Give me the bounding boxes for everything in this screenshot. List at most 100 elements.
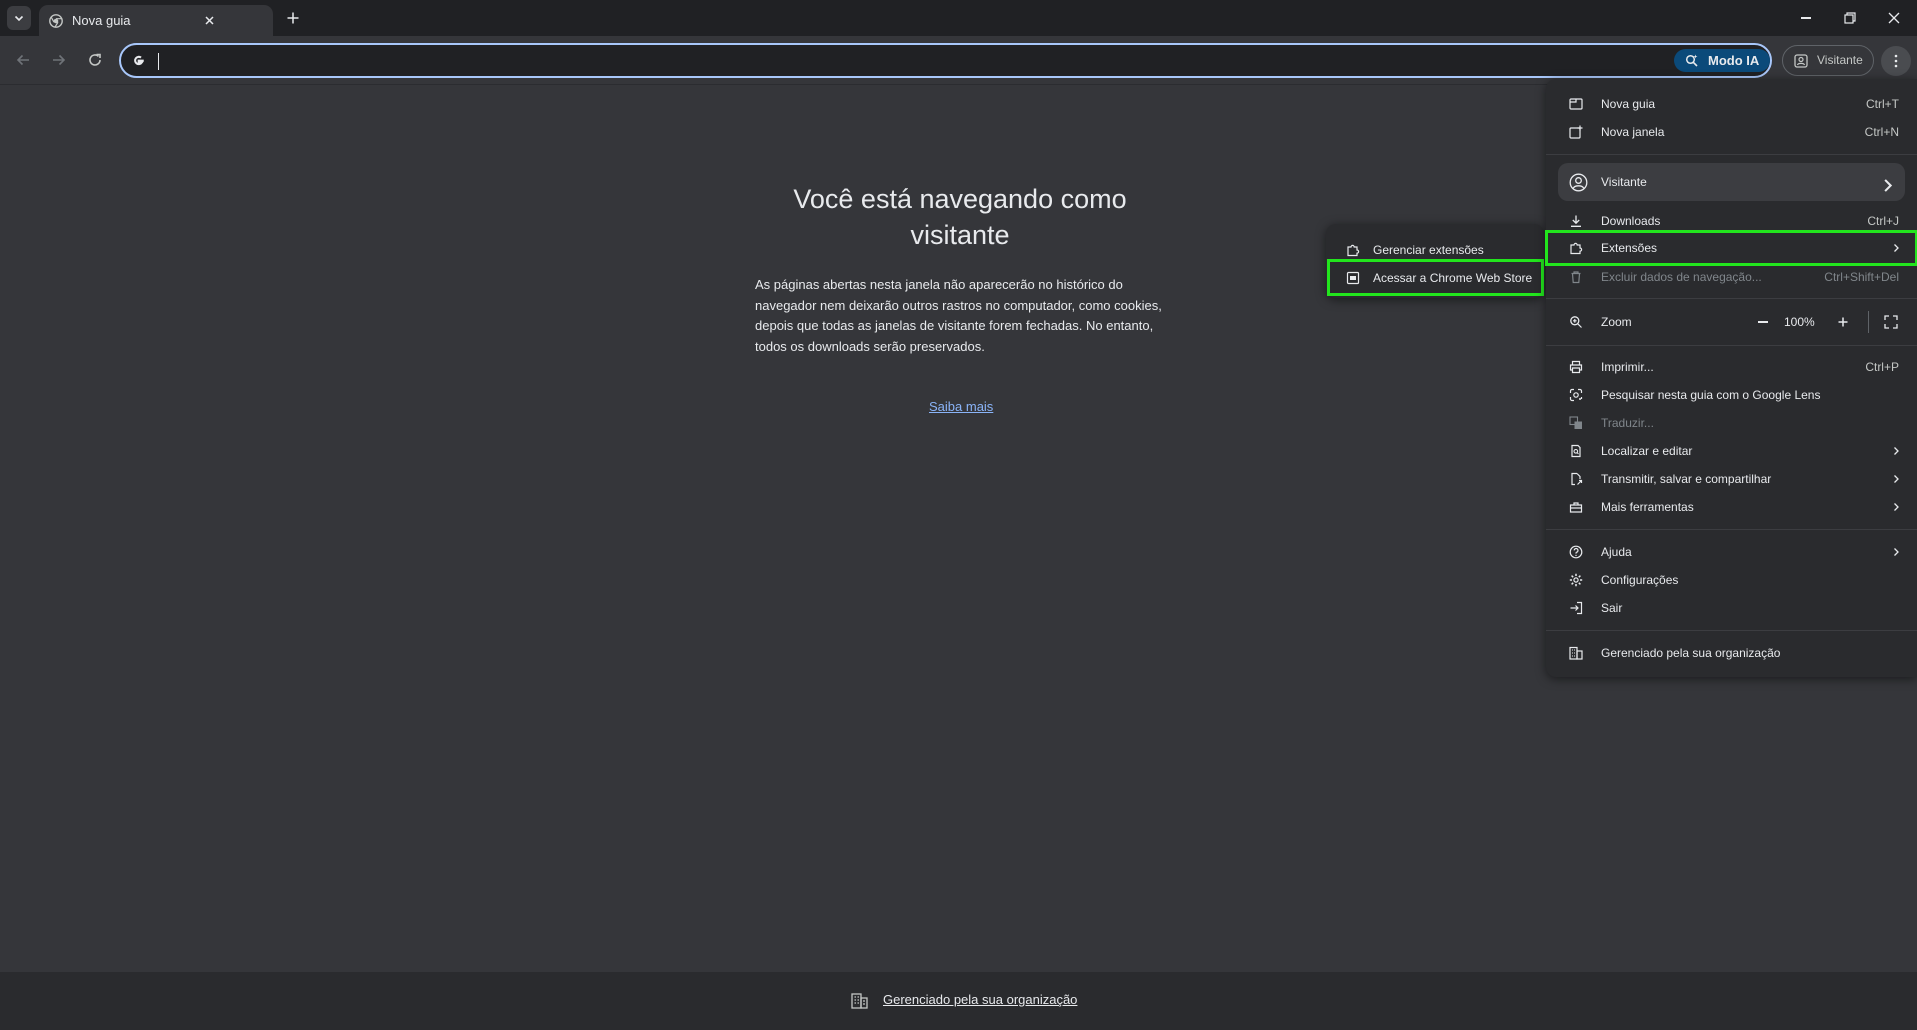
arrow-right-icon [51,52,67,68]
plus-icon [286,11,300,25]
tab-search-button[interactable] [7,6,31,30]
menu-item-settings[interactable]: Configurações [1546,566,1917,594]
web-store-icon [1346,271,1360,285]
managed-by-org-link[interactable]: Gerenciado pela sua organização [883,992,1077,1007]
trash-icon [1569,270,1583,284]
menu-item-label: Transmitir, salvar e compartilhar [1601,472,1772,486]
menu-item-label: Downloads [1601,214,1661,228]
guest-description: As páginas abertas nesta janela não apar… [755,277,1162,354]
menu-item-shortcut: Ctrl+P [1865,360,1899,374]
close-icon[interactable] [203,14,216,27]
address-bar[interactable]: Modo IA [119,43,1772,78]
account-circle-icon [1569,173,1588,192]
profile-button[interactable]: Visitante [1782,45,1874,76]
zoom-out-button[interactable] [1752,311,1774,333]
building-icon [851,992,868,1009]
close-icon [1888,12,1900,24]
menu-item-label: Zoom [1601,315,1632,329]
tab-new-tab[interactable]: Nova guia [39,5,273,36]
ai-mode-button[interactable]: Modo IA [1674,49,1770,72]
new-window-icon [1569,125,1583,139]
forward-button[interactable] [47,48,71,72]
learn-more-link[interactable]: Saiba mais [929,399,993,414]
menu-item-print[interactable]: Imprimir... Ctrl+P [1546,353,1917,381]
menu-divider [1546,154,1917,155]
search-sparkle-icon [1685,54,1698,67]
tab-title: Nova guia [72,13,131,28]
menu-item-label: Nova guia [1601,97,1656,111]
extensions-submenu: Gerenciar extensões Acessar a Chrome Web… [1326,224,1544,298]
page-title: Você está navegando como visitante [778,181,1142,253]
chevron-right-icon [1890,501,1902,513]
new-tab-icon [1569,97,1583,111]
page-title-line-1: Você está navegando como [793,184,1127,214]
menu-item-exit[interactable]: Sair [1546,594,1917,622]
menu-item-new-window[interactable]: Nova janela Ctrl+N [1546,118,1917,146]
zoom-in-button[interactable] [1832,311,1854,333]
ai-mode-label: Modo IA [1708,53,1760,68]
menu-item-guest-profile[interactable]: Visitante [1558,163,1905,201]
menu-item-find-and-edit[interactable]: Localizar e editar [1546,437,1917,465]
restore-icon [1844,12,1856,24]
close-window-button[interactable] [1871,0,1917,36]
menu-item-label: Configurações [1601,573,1679,587]
gear-icon [1569,573,1583,587]
menu-item-clear-browsing-data[interactable]: Excluir dados de navegação... Ctrl+Shift… [1546,263,1917,291]
fullscreen-icon [1884,315,1898,329]
google-lens-icon [1569,388,1583,402]
menu-item-chrome-web-store[interactable]: Acessar a Chrome Web Store [1327,259,1544,296]
zoom-level: 100% [1784,315,1815,329]
google-g-icon [131,53,146,68]
menu-item-label: Pesquisar nesta guia com o Google Lens [1601,388,1821,402]
managed-footer: Gerenciado pela sua organização [0,972,1917,1030]
help-icon [1569,545,1583,559]
reload-icon [87,52,103,68]
menu-item-label: Excluir dados de navegação... [1601,270,1762,284]
menu-item-new-tab[interactable]: Nova guia Ctrl+T [1546,90,1917,118]
download-icon [1569,214,1583,228]
chevron-right-icon [1890,546,1902,558]
menu-item-zoom: Zoom 100% [1546,308,1917,336]
chevron-right-icon [1890,242,1902,254]
menu-item-label: Gerenciar extensões [1373,243,1484,257]
menu-item-translate[interactable]: Traduzir... [1546,409,1917,437]
minimize-button[interactable] [1783,0,1829,36]
menu-item-label: Acessar a Chrome Web Store [1373,271,1533,285]
toolbar: Modo IA Visitante [0,36,1917,85]
menu-item-google-lens[interactable]: Pesquisar nesta guia com o Google Lens [1546,381,1917,409]
menu-item-managed-by-org[interactable]: Gerenciado pela sua organização [1546,639,1917,667]
minimize-icon [1801,17,1811,19]
menu-item-cast-save-share[interactable]: Transmitir, salvar e compartilhar [1546,465,1917,493]
zoom-icon [1569,315,1583,329]
menu-item-more-tools[interactable]: Mais ferramentas [1546,493,1917,521]
new-tab-button[interactable] [281,6,305,30]
profile-label: Visitante [1817,53,1863,67]
menu-item-label: Sair [1601,601,1623,615]
page-title-line-2: visitante [910,220,1010,250]
chevron-right-icon [1890,445,1902,457]
menu-divider [1546,345,1917,346]
chrome-main-menu: Nova guia Ctrl+T Nova janela Ctrl+N Visi… [1545,79,1917,677]
minus-icon [1758,321,1768,323]
menu-item-help[interactable]: Ajuda [1546,538,1917,566]
chrome-icon [49,14,63,28]
plus-icon [1838,317,1848,327]
menu-divider [1546,529,1917,530]
menu-item-extensions[interactable]: Extensões [1545,230,1917,266]
menu-item-label: Mais ferramentas [1601,500,1694,514]
puzzle-icon [1346,243,1360,257]
menu-item-shortcut: Ctrl+T [1866,97,1899,111]
menu-item-manage-extensions[interactable]: Gerenciar extensões [1326,236,1544,264]
menu-item-downloads[interactable]: Downloads Ctrl+J [1546,207,1917,235]
restore-button[interactable] [1827,0,1873,36]
menu-item-label: Ajuda [1601,545,1632,559]
share-page-icon [1569,472,1583,486]
fullscreen-button[interactable] [1882,313,1900,331]
chrome-menu-button[interactable] [1881,46,1911,76]
exit-icon [1569,601,1583,615]
text-caret [158,53,159,70]
back-button[interactable] [11,48,35,72]
reload-button[interactable] [83,48,107,72]
menu-item-label: Gerenciado pela sua organização [1601,646,1781,660]
arrow-left-icon [15,52,31,68]
